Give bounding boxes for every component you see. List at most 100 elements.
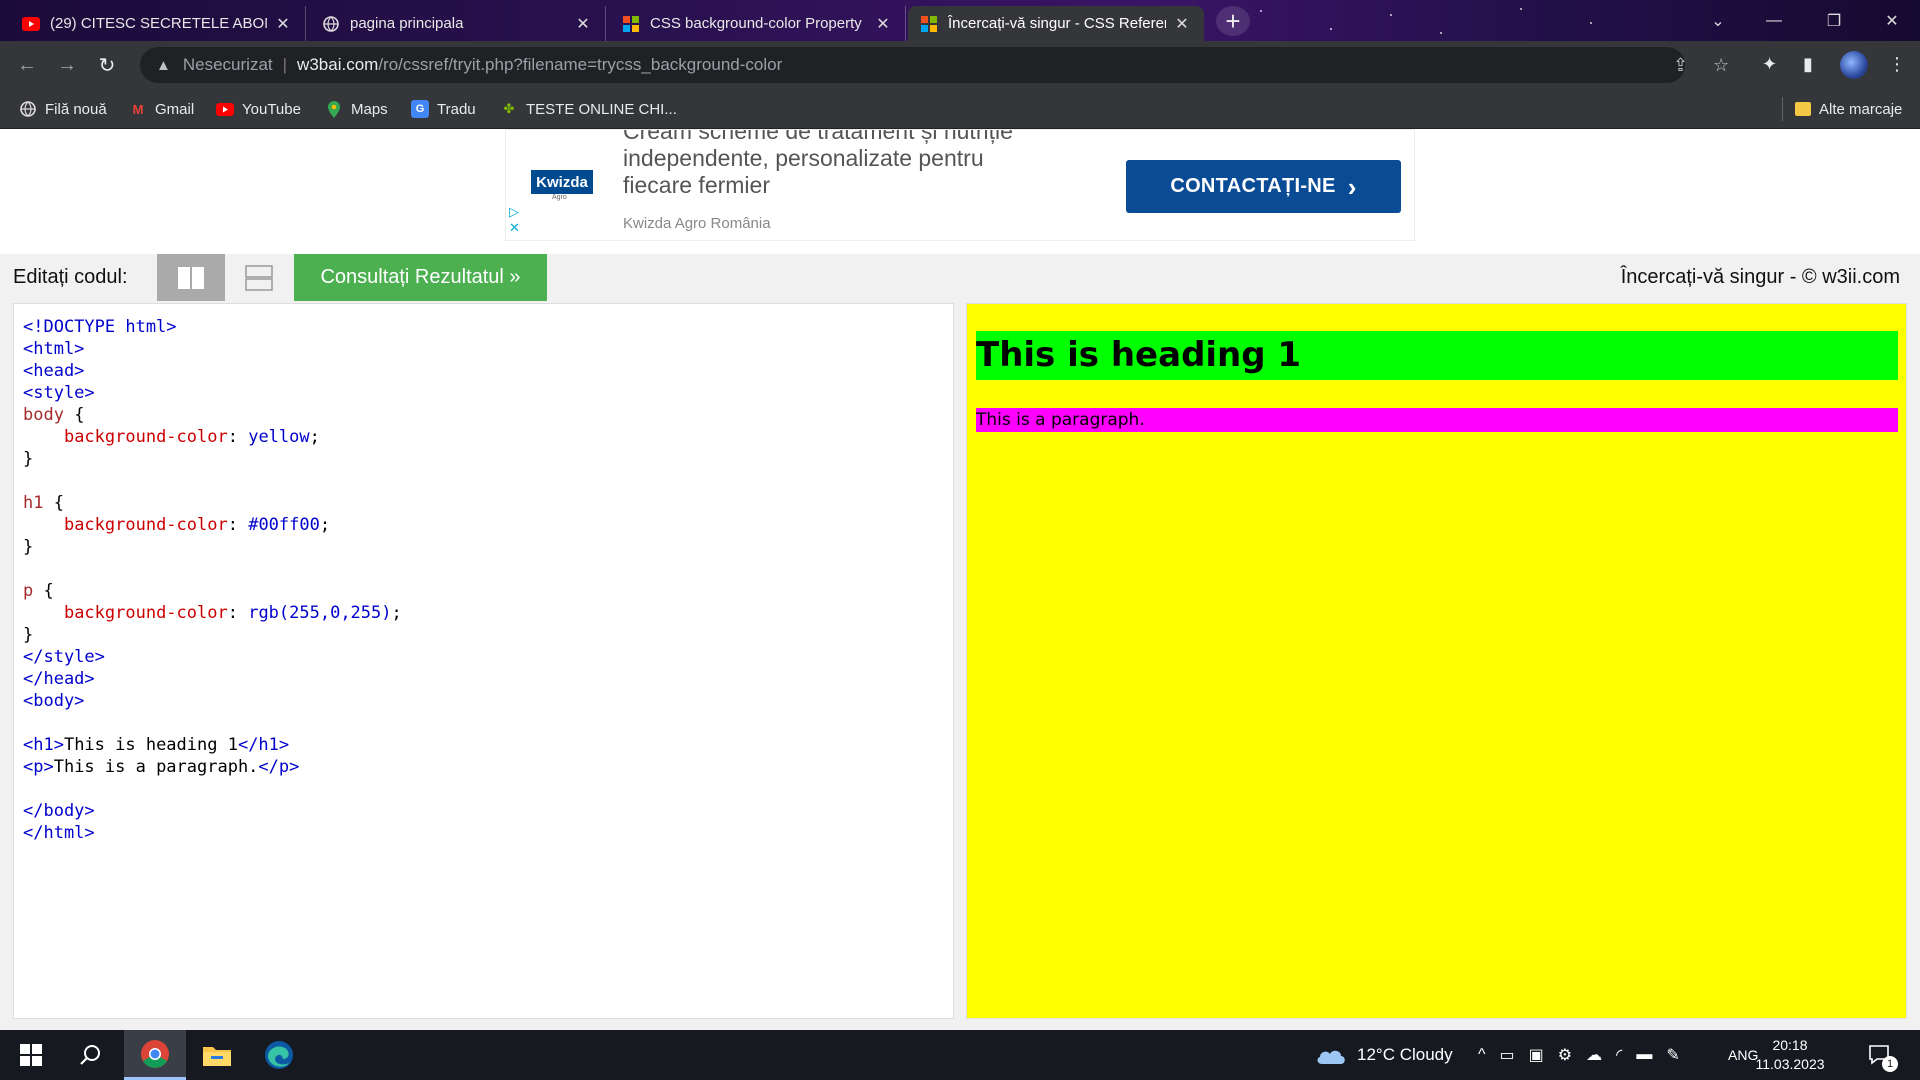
forward-arrow-icon[interactable]: → (53, 51, 81, 79)
close-tab-icon[interactable]: ✕ (273, 14, 293, 34)
globe-icon (322, 15, 340, 33)
tab-youtube[interactable]: (29) CITESC SECRETELE ABONAȚI ✕ (10, 6, 306, 41)
contact-us-button[interactable]: CONTACTAȚI-NE › (1126, 160, 1401, 213)
clock[interactable]: 20:18 11.03.2023 (1745, 1036, 1835, 1074)
folder-icon (203, 1047, 231, 1066)
tab-css-background-color[interactable]: CSS background-color Property ✕ (610, 6, 906, 41)
gmail-icon: M (132, 101, 144, 117)
restore-button[interactable]: ❐ (1806, 0, 1862, 41)
browser-tab-strip: (29) CITESC SECRETELE ABONAȚI ✕ pagina p… (0, 0, 1920, 41)
layout-stacked-button[interactable] (225, 254, 293, 301)
w3-icon (920, 15, 938, 33)
search-icon (80, 1045, 100, 1065)
background-star (1390, 14, 1392, 16)
editor-panels: <!DOCTYPE html> <html> <head> <style> bo… (0, 301, 1920, 1030)
code-token: background-color (63, 603, 228, 623)
security-icon[interactable]: ▣ (1529, 1045, 1558, 1065)
advertisement-banner[interactable]: Kwizda Agro Cream scheme de tratament și… (505, 129, 1415, 241)
close-window-button[interactable]: ✕ (1864, 0, 1920, 41)
code-token: <style> (23, 383, 95, 403)
kwizda-logo-sub: Agro (552, 194, 567, 201)
new-tab-button[interactable]: + (1216, 6, 1250, 36)
onedrive-icon[interactable]: ☁ (1586, 1045, 1616, 1065)
share-icon[interactable]: ⇪ (1673, 55, 1688, 76)
system-tray-icons[interactable]: ^ ▭ ▣ ⚙ ☁ ◜ ▬ ✎ (1478, 1030, 1694, 1080)
adchoices-icon[interactable]: ▷ ✕ (509, 204, 520, 236)
chevron-up-icon[interactable]: ^ (1478, 1046, 1500, 1064)
result-heading: This is heading 1 (976, 331, 1898, 380)
site-credit: Încercați-vă singur - © w3ii.com (1620, 266, 1900, 288)
bookmark-new-tab[interactable]: Filă nouă (19, 98, 107, 120)
code-token: <p> (23, 757, 54, 777)
search-button[interactable] (60, 1030, 122, 1080)
code-token: This is a paragraph. (53, 757, 259, 777)
pen-icon[interactable]: ✎ (1666, 1045, 1693, 1065)
code-text[interactable]: <!DOCTYPE html> <html> <head> <style> bo… (23, 316, 944, 844)
tab-pagina-principala[interactable]: pagina principala ✕ (310, 6, 606, 41)
code-token: </h1> (237, 735, 290, 755)
code-token: <!DOCTYPE html> (23, 317, 177, 337)
code-token: </body> (23, 801, 95, 821)
code-token: background-color (63, 427, 228, 447)
security-label: Nesecurizat (182, 55, 273, 74)
code-token: <html> (23, 339, 85, 359)
tab-incercati-va-singur[interactable]: Încercați-vă singur - CSS Referen ✕ (908, 6, 1204, 41)
ad-copy: Cream scheme de tratament și nutriție in… (623, 130, 1093, 199)
address-bar[interactable]: ▲ Nesecurizat | w3bai.com /ro/cssref/try… (140, 47, 1729, 83)
other-bookmarks-folder[interactable]: Alte marcaje (1795, 98, 1902, 120)
code-token: </head> (23, 669, 95, 689)
rows-icon (245, 264, 273, 291)
close-tab-icon[interactable]: ✕ (573, 14, 593, 34)
bookmark-gmail[interactable]: M Gmail (129, 98, 195, 120)
profile-avatar[interactable] (1840, 51, 1868, 79)
more-menu-icon[interactable]: ⋮ (1888, 54, 1906, 75)
background-star (1520, 8, 1522, 10)
ad-copy-line: independente, personalizate pentru (623, 145, 984, 171)
extensions-puzzle-icon[interactable]: ✦ (1762, 54, 1777, 75)
result-preview: This is heading 1 This is a paragraph. (966, 303, 1907, 1019)
youtube-icon (216, 100, 234, 118)
start-button[interactable] (0, 1030, 62, 1080)
bookmark-teste-online[interactable]: ✤ TESTE ONLINE CHI... (500, 98, 677, 120)
notification-center-button[interactable]: 1 (1868, 1030, 1898, 1080)
tab-title: pagina principala (350, 15, 464, 32)
meet-now-icon[interactable]: ▭ (1500, 1045, 1529, 1065)
minimize-button[interactable]: — (1746, 0, 1802, 41)
edge-app[interactable] (248, 1030, 310, 1080)
network-activity-icon[interactable]: ⚙ (1558, 1045, 1586, 1065)
wifi-icon[interactable]: ◜ (1616, 1045, 1636, 1065)
edge-icon (265, 1041, 293, 1069)
code-token: <body> (23, 691, 85, 711)
side-panel-icon[interactable]: ▮ (1803, 54, 1813, 75)
close-tab-icon[interactable]: ✕ (873, 14, 893, 34)
file-explorer-app[interactable] (186, 1030, 248, 1080)
bookmark-tradu[interactable]: G Tradu (411, 98, 476, 120)
background-star (1440, 32, 1442, 34)
back-arrow-icon[interactable]: ← (13, 51, 41, 79)
code-token: p (23, 581, 34, 601)
reload-icon[interactable]: ↻ (93, 51, 121, 79)
code-token: body (23, 405, 64, 425)
bookmark-maps[interactable]: Maps (325, 98, 388, 120)
code-token: rgb(255,0,255) (248, 603, 392, 623)
w3-icon (622, 15, 640, 33)
bookmark-label: Tradu (437, 100, 476, 118)
bookmark-label: Alte marcaje (1819, 100, 1903, 118)
battery-icon[interactable]: ▬ (1636, 1046, 1666, 1064)
cta-label: CONTACTAȚI-NE (1170, 175, 1336, 197)
tab-search-dropdown-icon[interactable]: ⌄ (1690, 0, 1746, 41)
ad-copy-line: fiecare fermier (623, 172, 770, 198)
close-tab-icon[interactable]: ✕ (1172, 14, 1192, 34)
run-result-button[interactable]: Consultați Rezultatul » (294, 254, 547, 301)
weather-widget[interactable]: 12°C Cloudy (1315, 1030, 1453, 1080)
chevron-right-icon: › (1347, 171, 1357, 202)
layout-side-by-side-button[interactable] (157, 254, 225, 301)
bookmark-youtube[interactable]: YouTube (216, 98, 301, 120)
clock-time: 20:18 (1772, 1037, 1808, 1053)
code-editor[interactable]: <!DOCTYPE html> <html> <head> <style> bo… (13, 303, 954, 1019)
weather-text: 12°C Cloudy (1357, 1045, 1453, 1064)
bookmark-star-icon[interactable]: ☆ (1713, 55, 1729, 76)
chrome-app[interactable] (124, 1030, 186, 1080)
bookmark-label: TESTE ONLINE CHI... (526, 100, 677, 118)
bookmark-label: Filă nouă (45, 100, 107, 118)
